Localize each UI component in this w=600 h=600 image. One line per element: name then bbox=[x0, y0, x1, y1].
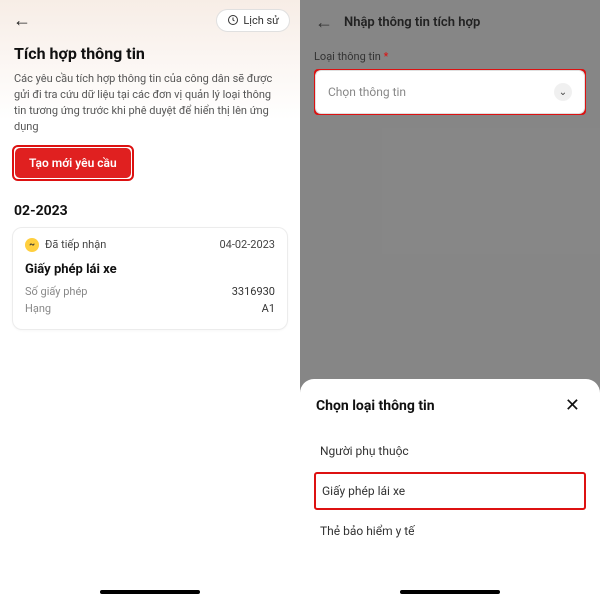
history-label: Lịch sử bbox=[243, 14, 279, 27]
status-pending-icon: ~ bbox=[25, 238, 39, 252]
page-title: Nhập thông tin tích hợp bbox=[344, 15, 480, 30]
page-title: Tích hợp thông tin bbox=[0, 40, 300, 71]
row-label: Số giấy phép bbox=[25, 285, 87, 298]
arrow-left-icon: ← bbox=[315, 12, 333, 33]
row-value: A1 bbox=[262, 302, 275, 315]
card-row: Số giấy phép 3316930 bbox=[25, 285, 275, 298]
month-group-label: 02-2023 bbox=[0, 181, 300, 227]
card-row: Hạng A1 bbox=[25, 302, 275, 315]
close-icon: ✕ bbox=[565, 395, 580, 416]
bottom-sheet: Chọn loại thông tin ✕ Người phụ thuộc Gi… bbox=[300, 379, 600, 600]
card-title: Giấy phép lái xe bbox=[25, 262, 275, 277]
field-label: Loại thông tin * bbox=[314, 50, 586, 63]
chevron-down-icon: ⌄ bbox=[554, 83, 572, 101]
create-request-button[interactable]: Tạo mới yêu cầu bbox=[15, 148, 131, 178]
sheet-header: Chọn loại thông tin ✕ bbox=[316, 393, 584, 418]
header: ← Lịch sử bbox=[0, 0, 300, 40]
select-placeholder: Chọn thông tin bbox=[328, 85, 406, 99]
card-status-row: ~ Đã tiếp nhận 04-02-2023 bbox=[25, 238, 275, 252]
row-label: Hạng bbox=[25, 302, 51, 315]
status-text: Đã tiếp nhận bbox=[45, 238, 106, 251]
option-drivers-license[interactable]: Giấy phép lái xe bbox=[314, 472, 586, 510]
sheet-title: Chọn loại thông tin bbox=[316, 398, 435, 414]
history-button[interactable]: Lịch sử bbox=[216, 9, 290, 32]
option-dependent[interactable]: Người phụ thuộc bbox=[316, 432, 584, 470]
back-button[interactable]: ← bbox=[10, 8, 34, 32]
home-indicator bbox=[100, 590, 200, 594]
card-date: 04-02-2023 bbox=[219, 238, 275, 251]
option-health-insurance[interactable]: Thẻ bảo hiểm y tế bbox=[316, 512, 584, 550]
row-value: 3316930 bbox=[232, 285, 275, 298]
highlight-box: Chọn thông tin ⌄ bbox=[314, 69, 586, 115]
screen-integration-form: ← Nhập thông tin tích hợp Loại thông tin… bbox=[300, 0, 600, 600]
screen-integration-list: ← Lịch sử Tích hợp thông tin Các yêu cầu… bbox=[0, 0, 300, 600]
close-button[interactable]: ✕ bbox=[561, 393, 584, 418]
home-indicator bbox=[400, 590, 500, 594]
back-button[interactable]: ← bbox=[312, 10, 336, 34]
required-asterisk: * bbox=[384, 50, 389, 63]
arrow-left-icon: ← bbox=[13, 10, 31, 31]
info-type-select[interactable]: Chọn thông tin ⌄ bbox=[315, 70, 585, 114]
request-card[interactable]: ~ Đã tiếp nhận 04-02-2023 Giấy phép lái … bbox=[12, 227, 288, 330]
label-text: Loại thông tin bbox=[314, 50, 381, 63]
page-description: Các yêu cầu tích hợp thông tin của công … bbox=[0, 71, 300, 145]
highlight-box: Tạo mới yêu cầu bbox=[12, 145, 134, 181]
clock-icon bbox=[227, 14, 239, 26]
field-info-type: Loại thông tin * Chọn thông tin ⌄ bbox=[300, 44, 600, 121]
header: ← Nhập thông tin tích hợp bbox=[300, 0, 600, 44]
